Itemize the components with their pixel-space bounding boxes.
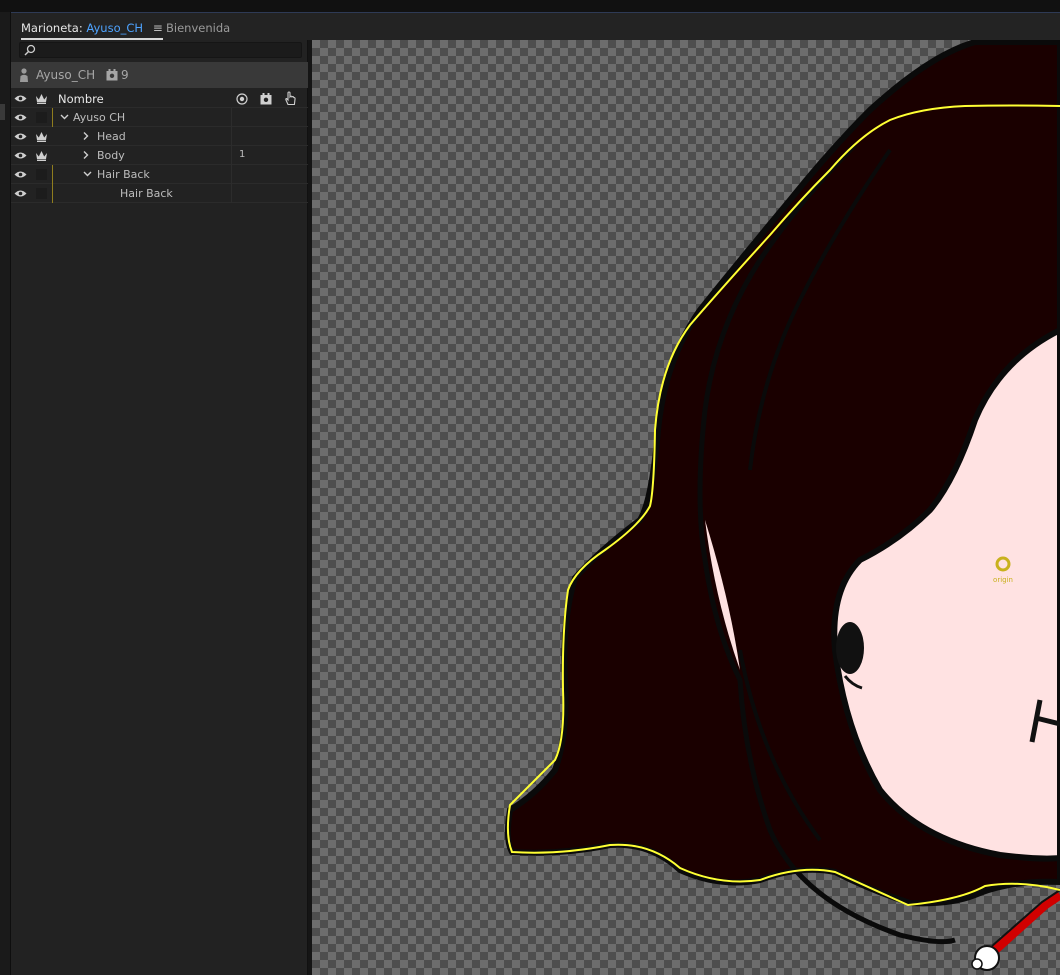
search-box[interactable] (19, 42, 302, 58)
column-divider (231, 108, 232, 127)
panel-menu-icon[interactable]: ≡ (153, 21, 163, 35)
scene-column-icon[interactable] (260, 93, 272, 105)
chevron-down-icon[interactable] (60, 112, 69, 122)
tree-row-value: 1 (239, 149, 246, 160)
visibility-icon[interactable] (14, 94, 27, 103)
tab-welcome[interactable]: Bienvenida (166, 21, 230, 35)
tree-row-label: Hair Back (97, 168, 150, 181)
tree-row-label: Hair Back (120, 187, 173, 200)
layer-tree: Nombre Ayuso CH Head Body 1 Hair Back Ha… (11, 89, 308, 203)
visibility-icon[interactable] (14, 132, 27, 141)
app-top-bar (0, 0, 1060, 12)
scene-count: 9 (121, 68, 129, 82)
hand-icon[interactable] (284, 91, 296, 106)
crown-toggle-empty[interactable] (36, 169, 47, 180)
tree-row-label: Ayuso CH (73, 111, 126, 124)
person-icon (20, 68, 28, 82)
group-indent-line (52, 108, 53, 127)
crown-icon[interactable] (35, 131, 48, 142)
group-indent-line (52, 184, 53, 203)
column-divider (231, 184, 232, 203)
tree-header-row: Nombre (11, 89, 308, 108)
scene-icon (106, 69, 118, 81)
visibility-icon[interactable] (14, 113, 27, 122)
tab-puppet[interactable]: Marioneta: Ayuso_CH ≡ (21, 21, 163, 40)
search-input[interactable] (40, 43, 298, 57)
column-divider (231, 146, 232, 165)
tree-row-body[interactable]: Body 1 (11, 146, 308, 165)
tab-puppet-prefix: Marioneta: (21, 21, 83, 35)
crown-toggle-empty[interactable] (36, 112, 47, 123)
column-divider (231, 165, 232, 184)
column-divider (231, 127, 232, 146)
hand-finger (971, 958, 983, 970)
visibility-icon[interactable] (14, 170, 27, 179)
crown-toggle-empty[interactable] (36, 188, 47, 199)
puppet-panel: Ayuso_CH 9 Nombre Ayuso CH Head Body 1 H… (11, 40, 308, 975)
chevron-right-icon[interactable] (81, 131, 90, 141)
arm-shape (991, 891, 1060, 954)
left-tool-gutter (0, 12, 11, 975)
crown-icon[interactable] (35, 93, 48, 104)
chevron-right-icon[interactable] (81, 150, 90, 160)
gutter-marker (0, 104, 5, 120)
panel-tab-bar: Marioneta: Ayuso_CH ≡ Bienvenida (11, 12, 1060, 40)
puppet-canvas[interactable]: origin (312, 40, 1060, 975)
origin-label: origin (993, 576, 1013, 584)
tree-row-label: Body (97, 149, 125, 162)
visibility-icon[interactable] (14, 189, 27, 198)
tab-puppet-name: Ayuso_CH (86, 21, 144, 35)
puppet-artwork: origin (504, 40, 1060, 971)
chevron-down-icon[interactable] (83, 169, 92, 179)
crown-icon[interactable] (35, 150, 48, 161)
search-icon (24, 44, 36, 56)
tree-row-ayuso-ch[interactable]: Ayuso CH (11, 108, 308, 127)
tree-row-label: Head (97, 130, 126, 143)
tree-row-head[interactable]: Head (11, 127, 308, 146)
origin-icon[interactable] (236, 93, 248, 105)
eye-shape (836, 622, 864, 674)
visibility-icon[interactable] (14, 151, 27, 160)
tree-row-hair-back-layer[interactable]: Hair Back (11, 184, 308, 203)
puppet-header: Ayuso_CH 9 (11, 62, 308, 88)
group-indent-line (52, 165, 53, 184)
puppet-name: Ayuso_CH (36, 68, 96, 82)
column-name-header[interactable]: Nombre (58, 92, 104, 106)
tree-row-hair-back-group[interactable]: Hair Back (11, 165, 308, 184)
